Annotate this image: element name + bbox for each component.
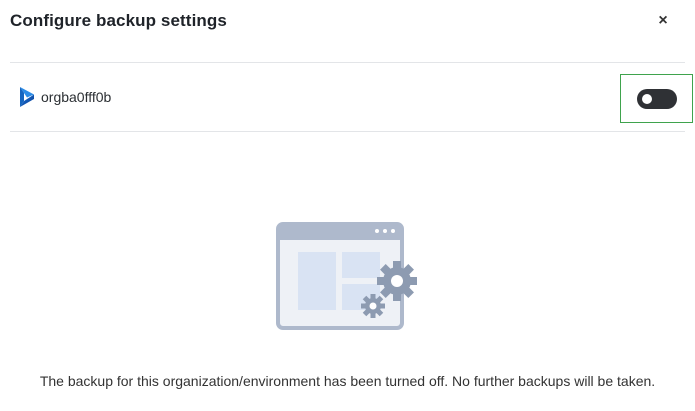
organization-name: orgba0fff0b: [41, 89, 112, 105]
dynamics-365-icon: [19, 86, 37, 108]
divider: [10, 131, 685, 132]
close-button[interactable]: ×: [653, 11, 673, 31]
backup-settings-panel: Configure backup settings × orgba0fff0b: [0, 0, 695, 411]
panel-header: Configure backup settings ×: [10, 9, 675, 33]
toggle-knob: [641, 93, 652, 104]
organization-row: orgba0fff0b: [10, 63, 685, 131]
backup-toggle-highlight: [620, 74, 693, 123]
close-icon: ×: [658, 12, 668, 29]
backup-toggle[interactable]: [636, 88, 677, 109]
panel-title: Configure backup settings: [10, 11, 227, 30]
backup-off-message: The backup for this organization/environ…: [39, 373, 656, 389]
settings-window-illustration: [276, 222, 418, 332]
